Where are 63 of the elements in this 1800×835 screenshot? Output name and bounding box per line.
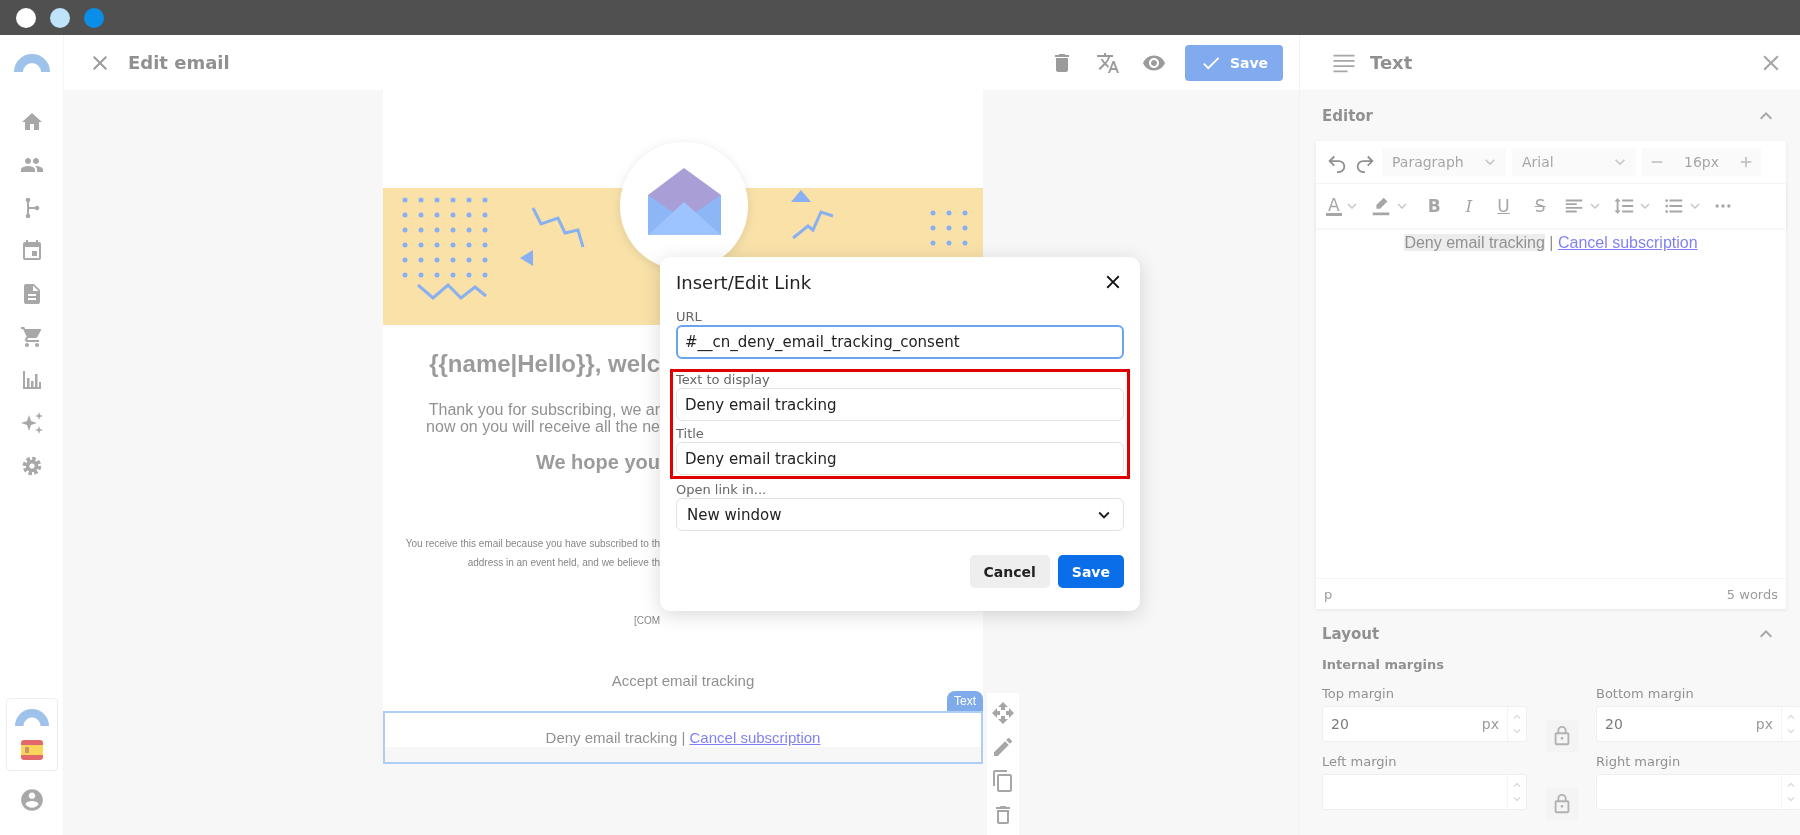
section-title: Editor	[1322, 107, 1373, 125]
flag-icon[interactable]	[20, 740, 43, 760]
footer-text: You receive this email because you have subscribed to th	[404, 537, 660, 551]
company-text: [COM	[632, 615, 660, 626]
field-label: Left margin	[1322, 754, 1398, 771]
save-button[interactable]: Save	[1185, 44, 1283, 81]
font-select[interactable]: Arial	[1512, 148, 1636, 176]
footer-links-text: Deny email tracking | Cancel subscription	[545, 729, 821, 746]
element-path: p	[1324, 586, 1333, 602]
user-icon[interactable]	[18, 787, 45, 813]
italic-button[interactable]: I	[1463, 196, 1475, 216]
margin-field[interactable]	[1596, 774, 1800, 810]
translate-icon[interactable]	[1096, 50, 1120, 75]
duplicate-icon[interactable]	[991, 769, 1015, 793]
panel-title: Text	[1370, 52, 1414, 73]
editor-text: Deny email tracking | Cancel subscription	[1404, 234, 1698, 251]
field-label: Title	[676, 426, 705, 442]
margin-field[interactable]	[1322, 774, 1527, 810]
font-size-value[interactable]: 16px	[1684, 154, 1719, 170]
email-tagline: We hope you	[534, 451, 660, 474]
lock-button[interactable]	[1546, 788, 1578, 820]
lock-button[interactable]	[1546, 720, 1578, 752]
underline-button[interactable]: U	[1495, 196, 1512, 216]
text-field[interactable]: Deny email tracking	[676, 388, 1124, 421]
margin-field[interactable]: 20 px	[1596, 706, 1800, 742]
line-height-icon[interactable]	[1612, 195, 1635, 217]
field-label: URL	[676, 309, 703, 325]
field-label: Top margin	[1322, 686, 1395, 703]
save-button[interactable]: Save	[1057, 555, 1124, 588]
email-heading: {{name|Hello}}, welc	[428, 349, 660, 379]
accept-tracking-link[interactable]: Accept email tracking	[383, 672, 983, 689]
selected-text-block[interactable]: Deny email tracking | Cancel subscription	[383, 711, 983, 764]
strikethrough-button[interactable]: S	[1532, 196, 1548, 216]
window-control-icon[interactable]	[50, 7, 70, 28]
logo-icon[interactable]	[13, 53, 50, 72]
open-link-select[interactable]: New window	[676, 498, 1124, 531]
move-icon[interactable]	[991, 701, 1015, 725]
subsection-title: Internal margins	[1321, 656, 1446, 672]
window-control-icon[interactable]	[16, 7, 36, 28]
cancel-button[interactable]: Cancel	[969, 555, 1050, 588]
field-label: Bottom margin	[1596, 686, 1695, 703]
dialog-title: Insert/Edit Link	[676, 271, 812, 293]
cancel-subscription-link[interactable]: Cancel subscription	[689, 729, 821, 746]
bold-button[interactable]: B	[1425, 196, 1443, 216]
text-color-button[interactable]: A	[1326, 196, 1342, 216]
field-label: Open link in...	[676, 482, 768, 498]
block-format-select[interactable]: Paragraph	[1382, 148, 1506, 176]
cancel-subscription-link[interactable]: Cancel subscription	[1557, 234, 1698, 251]
field-label: Right margin	[1596, 754, 1682, 771]
block-type-tag: Text	[947, 691, 983, 711]
section-title: Layout	[1322, 625, 1380, 643]
text-field[interactable]: Deny email tracking	[676, 442, 1124, 475]
word-count: 5 words	[1726, 586, 1778, 602]
edit-icon[interactable]	[991, 735, 1015, 759]
text-field[interactable]: #__cn_deny_email_tracking_consent	[676, 325, 1124, 359]
email-text: Thank you for subscribing, we ar	[427, 401, 660, 418]
page-title: Edit email	[128, 52, 231, 73]
margin-field[interactable]: 20 px	[1322, 706, 1527, 742]
logo-icon[interactable]	[14, 709, 49, 726]
field-label: Text to display	[676, 372, 771, 388]
email-text: now on you will receive all the ne	[425, 418, 660, 435]
footer-text: address in an event held, and we believe th	[466, 556, 660, 570]
cart-icon[interactable]	[19, 325, 44, 349]
